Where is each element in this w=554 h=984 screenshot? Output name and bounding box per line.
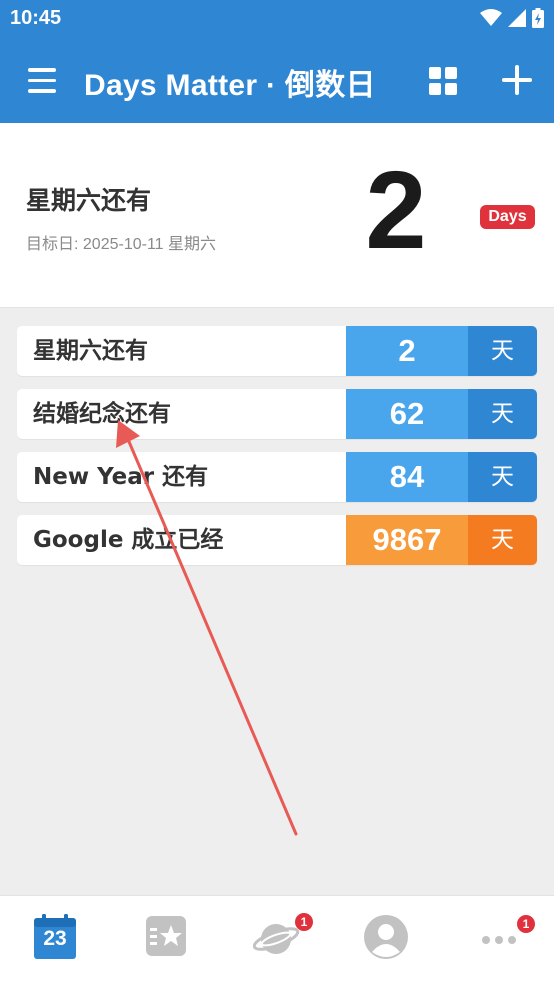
event-unit: 天	[468, 326, 537, 376]
event-row[interactable]: 结婚纪念还有 62 天	[17, 389, 537, 439]
event-row[interactable]: New Year 还有 84 天	[17, 452, 537, 502]
nav-profile-tab[interactable]	[363, 914, 411, 962]
event-row[interactable]: Google 成立已经 9867 天	[17, 515, 537, 565]
event-unit: 天	[468, 389, 537, 439]
status-icons	[480, 8, 544, 28]
more-icon	[482, 936, 516, 944]
avatar-icon	[364, 915, 408, 959]
wifi-icon	[480, 9, 502, 26]
discover-notification-badge: 1	[295, 913, 313, 931]
nav-discover-tab[interactable]: 1	[252, 913, 313, 962]
signal-icon	[508, 9, 526, 27]
menu-icon[interactable]	[28, 68, 56, 93]
more-notification-badge: 1	[517, 915, 535, 933]
bottom-nav: 23 1 1	[0, 895, 554, 984]
event-title: New Year 还有	[33, 464, 209, 490]
page-title: Days Matter · 倒数日	[84, 69, 376, 102]
nav-countdown-tab[interactable]: 23	[33, 914, 81, 962]
grid-view-icon[interactable]	[429, 67, 457, 95]
star-card-icon	[146, 916, 186, 956]
event-unit: 天	[468, 452, 537, 502]
status-time: 10:45	[10, 7, 62, 29]
nav-more-tab[interactable]: 1	[478, 914, 535, 962]
battery-icon	[532, 8, 544, 28]
event-count: 9867	[346, 515, 468, 565]
featured-event-card[interactable]: 星期六还有 目标日: 2025-10-11 星期六 2 Days	[0, 123, 554, 308]
app-bar: 10:45 Days Matter · 倒数日	[0, 0, 554, 123]
event-count: 84	[346, 452, 468, 502]
planet-icon	[252, 924, 300, 954]
event-count: 2	[346, 326, 468, 376]
featured-event-target-date: 目标日: 2025-10-11 星期六	[26, 236, 216, 253]
event-row[interactable]: 星期六还有 2 天	[17, 326, 537, 376]
add-event-icon[interactable]	[500, 63, 534, 97]
event-title: 星期六还有	[33, 338, 148, 364]
event-title: 结婚纪念还有	[33, 401, 171, 427]
event-unit: 天	[468, 515, 537, 565]
featured-event-title: 星期六还有	[26, 186, 152, 215]
featured-event-count: 2	[365, 149, 427, 272]
event-title: Google 成立已经	[33, 527, 224, 553]
nav-favorites-tab[interactable]	[144, 914, 192, 962]
calendar-day: 23	[43, 927, 67, 950]
event-count: 62	[346, 389, 468, 439]
days-badge: Days	[480, 205, 535, 229]
